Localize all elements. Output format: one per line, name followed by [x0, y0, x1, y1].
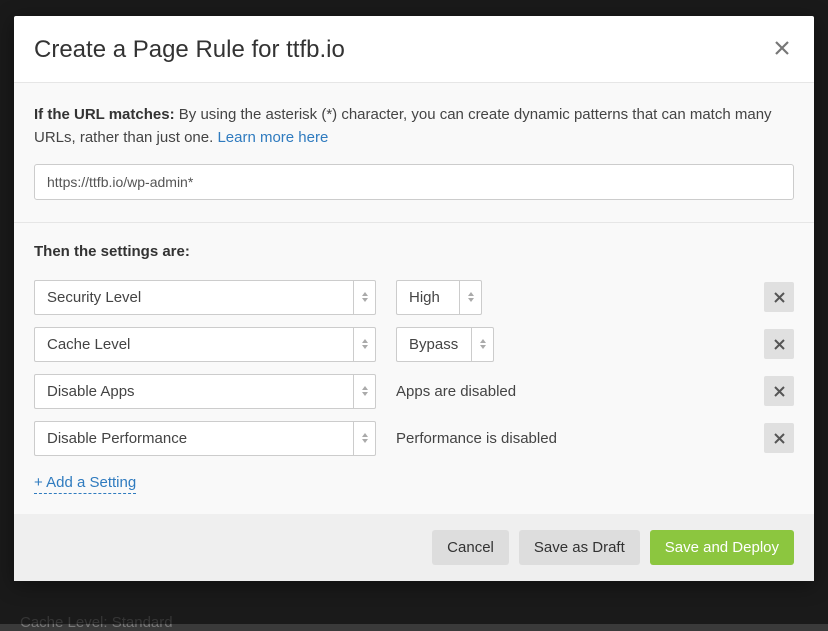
stepper-icon [353, 422, 375, 455]
setting-row: Security Level High [34, 280, 794, 315]
settings-label: Then the settings are: [34, 243, 794, 260]
page-rule-modal: Create a Page Rule for ttfb.io If the UR… [14, 16, 814, 581]
value-select-label: High [397, 281, 459, 314]
modal-title: Create a Page Rule for ttfb.io [34, 36, 345, 64]
remove-setting-button[interactable] [764, 329, 794, 359]
modal-footer: Cancel Save as Draft Save and Deploy [14, 514, 814, 581]
setting-select[interactable]: Disable Apps [34, 374, 376, 409]
remove-setting-button[interactable] [764, 282, 794, 312]
stepper-icon [353, 281, 375, 314]
setting-select[interactable]: Security Level [34, 280, 376, 315]
learn-more-link[interactable]: Learn more here [217, 129, 328, 146]
close-icon [774, 292, 785, 303]
stepper-icon [353, 375, 375, 408]
settings-section: Then the settings are: Security Level Hi… [14, 223, 814, 514]
value-select[interactable]: Bypass [396, 327, 494, 362]
setting-select-label: Security Level [35, 281, 353, 314]
close-icon [774, 339, 785, 350]
remove-setting-button[interactable] [764, 423, 794, 453]
helper-text: If the URL matches: By using the asteris… [34, 103, 794, 150]
close-icon [774, 40, 790, 56]
setting-value-text: Performance is disabled [396, 430, 744, 447]
setting-row: Cache Level Bypass [34, 327, 794, 362]
setting-select-label: Disable Apps [35, 375, 353, 408]
value-select-label: Bypass [397, 328, 471, 361]
setting-value-text: Apps are disabled [396, 383, 744, 400]
add-setting-link[interactable]: + Add a Setting [34, 474, 136, 494]
url-pattern-input[interactable] [34, 164, 794, 200]
save-deploy-button[interactable]: Save and Deploy [650, 530, 794, 565]
close-button[interactable] [770, 36, 794, 62]
cancel-button[interactable]: Cancel [432, 530, 509, 565]
setting-select-label: Disable Performance [35, 422, 353, 455]
remove-setting-button[interactable] [764, 376, 794, 406]
stepper-icon [353, 328, 375, 361]
setting-row: Disable Apps Apps are disabled [34, 374, 794, 409]
setting-select[interactable]: Disable Performance [34, 421, 376, 456]
modal-header: Create a Page Rule for ttfb.io [14, 16, 814, 83]
setting-select[interactable]: Cache Level [34, 327, 376, 362]
value-select[interactable]: High [396, 280, 482, 315]
save-draft-button[interactable]: Save as Draft [519, 530, 640, 565]
url-match-label: If the URL matches: [34, 106, 175, 123]
url-match-section: If the URL matches: By using the asteris… [14, 83, 814, 223]
setting-row: Disable Performance Performance is disab… [34, 421, 794, 456]
setting-select-label: Cache Level [35, 328, 353, 361]
stepper-icon [471, 328, 493, 361]
stepper-icon [459, 281, 481, 314]
close-icon [774, 433, 785, 444]
close-icon [774, 386, 785, 397]
